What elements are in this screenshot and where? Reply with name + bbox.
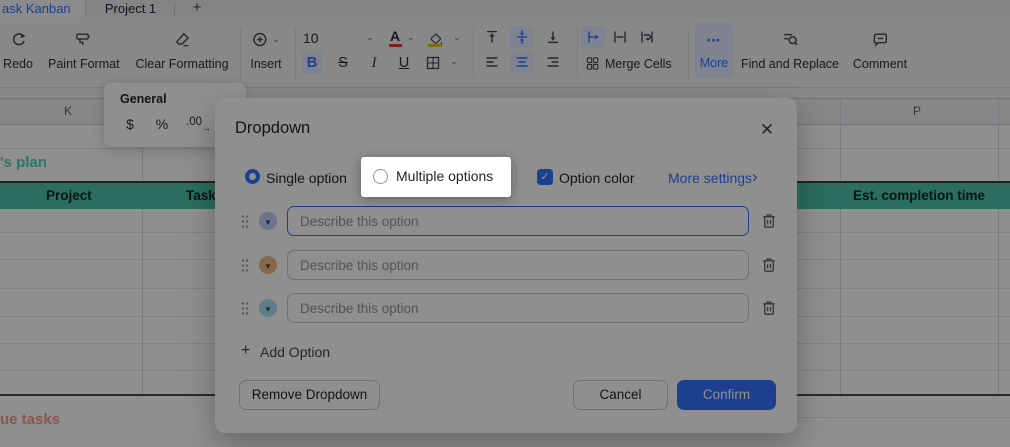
dim-overlay (0, 0, 1010, 447)
app-window: K P 's plan Project Task Est. completion… (0, 0, 1010, 447)
multiple-options-label[interactable]: Multiple options (396, 168, 493, 184)
multiple-options-radio[interactable] (373, 169, 388, 184)
multiple-options-spotlight: Multiple options (361, 157, 511, 197)
